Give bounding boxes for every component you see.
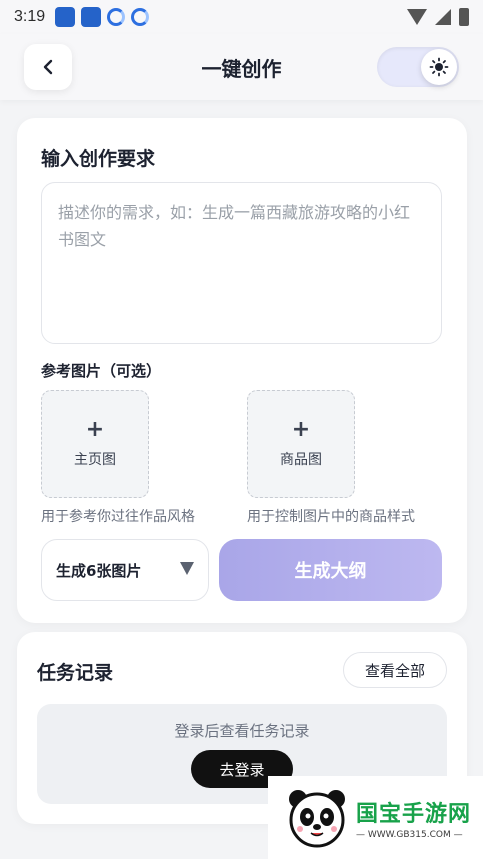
chevron-left-icon	[43, 59, 53, 75]
upload-label: 商品图	[280, 452, 322, 468]
sun-icon	[429, 57, 449, 77]
wifi-icon	[407, 9, 427, 25]
section-title: 输入创作要求	[41, 148, 156, 170]
notification-icons	[55, 7, 150, 27]
plus-icon: +	[291, 417, 311, 442]
app-icon	[55, 7, 76, 27]
upload-label: 主页图	[74, 452, 116, 468]
create-card: 输入创作要求 描述你的需求，如：生成一篇西藏旅游攻略的小红书图文 参考图片（可选…	[17, 118, 467, 623]
plus-icon: +	[85, 417, 105, 442]
upload-product-image[interactable]: + 商品图	[247, 390, 355, 498]
system-icons	[407, 8, 469, 26]
view-all-button[interactable]: 查看全部	[343, 652, 447, 688]
app-header: 一键创作	[0, 34, 483, 100]
upload-hint: 用于参考你过往作品风格	[41, 509, 195, 525]
toggle-knob[interactable]	[421, 49, 457, 85]
app-icon	[81, 7, 102, 27]
back-button[interactable]	[24, 44, 72, 90]
watermark-title: 国宝手游网	[356, 801, 472, 827]
page-title: 一键创作	[201, 56, 282, 81]
battery-icon	[459, 8, 469, 26]
sync-icon	[107, 8, 126, 26]
generate-outline-button[interactable]: 生成大纲	[219, 539, 442, 601]
upload-homepage-image[interactable]: + 主页图	[41, 390, 149, 498]
panda-logo-icon	[289, 789, 345, 847]
theme-toggle[interactable]	[377, 47, 459, 87]
empty-text: 登录后查看任务记录	[174, 722, 310, 740]
image-count-select[interactable]: 生成6张图片	[41, 539, 209, 601]
status-bar: 3:19	[0, 0, 483, 34]
prompt-input[interactable]: 描述你的需求，如：生成一篇西藏旅游攻略的小红书图文	[41, 182, 442, 344]
upload-hint: 用于控制图片中的商品样式	[247, 509, 415, 525]
watermark: 国宝手游网 — WWW.GB315.COM —	[268, 776, 483, 859]
caret-down-icon	[180, 562, 194, 575]
sync-icon	[131, 8, 150, 26]
watermark-text: 国宝手游网 — WWW.GB315.COM —	[356, 796, 471, 840]
status-time: 3:19	[14, 8, 46, 25]
select-value: 生成6张图片	[56, 561, 142, 580]
reference-images-title: 参考图片（可选）	[41, 362, 162, 380]
signal-icon	[435, 9, 451, 25]
task-title: 任务记录	[37, 662, 114, 684]
watermark-url: — WWW.GB315.COM —	[356, 829, 463, 840]
